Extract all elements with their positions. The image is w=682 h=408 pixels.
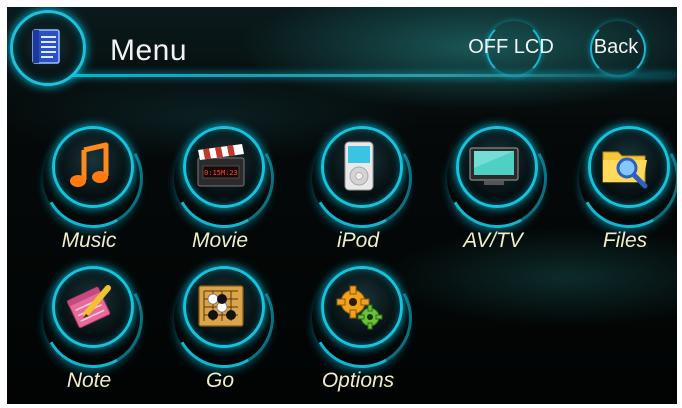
gears-icon	[336, 285, 383, 330]
menu-item-options[interactable]: Options	[300, 256, 424, 404]
menu-item-movie[interactable]: 0:15M:23 Movie	[162, 116, 286, 266]
off-lcd-button-label: OFF LCD	[468, 35, 554, 58]
menu-item-ipod[interactable]: iPod	[300, 116, 424, 266]
menu-item-go[interactable]: Go	[162, 256, 286, 404]
menu-item-label: Note	[66, 369, 112, 392]
menu-item-note[interactable]: Note	[31, 256, 155, 404]
menu-item-label: AV/TV	[463, 229, 523, 252]
menu-item-av-tv[interactable]: AV/TV	[435, 116, 559, 266]
header-divider	[67, 74, 677, 77]
notepad-pencil-icon	[66, 285, 111, 329]
document-icon	[32, 29, 60, 64]
folder-search-icon	[602, 151, 648, 189]
menu-item-music[interactable]: Music	[31, 116, 155, 266]
menu-item-files[interactable]: Files	[567, 116, 677, 266]
ipod-icon	[344, 141, 374, 191]
menu-item-label: Music	[61, 229, 117, 252]
screen: Menu OFF LCD Back Music 0:15M:23 Movie i…	[7, 7, 677, 404]
go-board-icon	[198, 285, 244, 327]
back-button-label: Back	[593, 35, 639, 58]
menu-item-label: iPod	[336, 229, 380, 252]
clapperboard-icon: 0:15M:23	[197, 144, 245, 187]
menu-item-label: Files	[602, 229, 648, 252]
movie-icon-display: 0:15M:23	[204, 169, 238, 177]
menu-item-label: Go	[205, 369, 234, 392]
music-note-icon	[70, 142, 109, 187]
off-lcd-button[interactable]: OFF LCD	[459, 21, 563, 77]
menu-item-label: Options	[321, 369, 395, 392]
page-title: Menu	[110, 34, 188, 67]
back-button[interactable]: Back	[590, 21, 646, 77]
tv-icon	[469, 147, 519, 185]
menu-item-label: Movie	[191, 229, 249, 252]
